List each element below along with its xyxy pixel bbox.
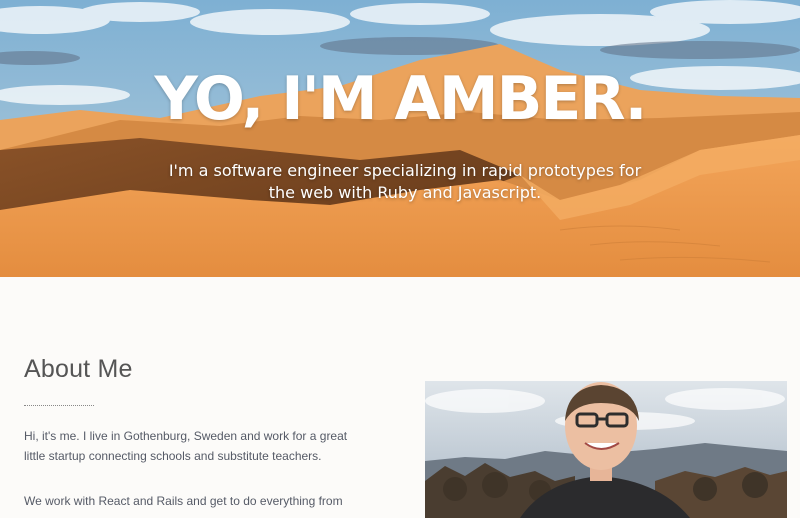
desert-dunes-image — [0, 0, 800, 277]
about-section: About Me Hi, it's me. I live in Gothenbu… — [0, 277, 800, 518]
about-paragraph: Hi, it's me. I live in Gothenburg, Swede… — [24, 429, 348, 463]
hero-subtitle: I'm a software engineer specializing in … — [168, 161, 642, 202]
hero-banner: YO, I'M AMBER. I'm a software engineer s… — [0, 0, 800, 277]
hero-title: YO, I'M AMBER. — [154, 64, 648, 134]
about-paragraph: We work with React and Rails and get to … — [24, 494, 343, 508]
about-heading: About Me — [24, 355, 133, 383]
heading-divider — [24, 405, 94, 406]
profile-photo — [425, 381, 787, 518]
